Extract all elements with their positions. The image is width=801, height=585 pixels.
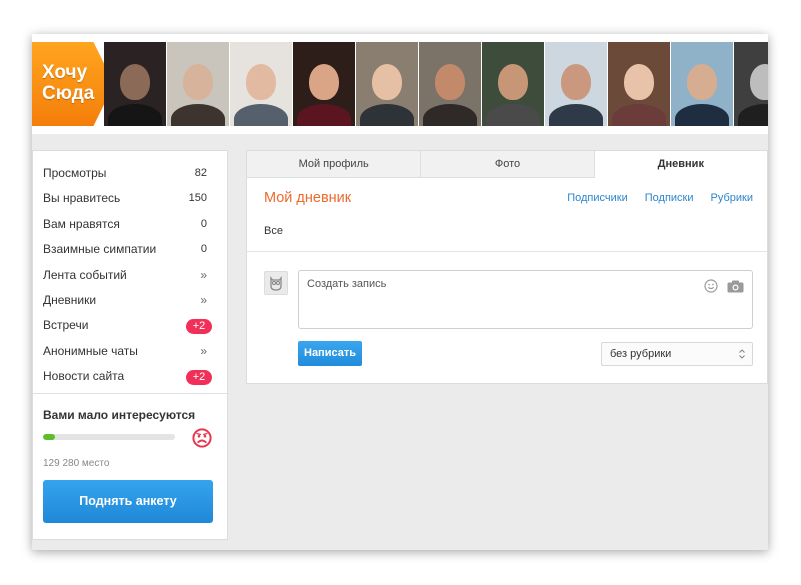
thumbnail-shoulders <box>423 104 477 126</box>
stat-row[interactable]: Новости сайта +2 <box>33 364 227 389</box>
diary-divider <box>247 251 767 252</box>
thumbnail-face <box>750 64 768 100</box>
profile-thumbnail[interactable] <box>356 42 418 126</box>
profile-thumbnail[interactable] <box>545 42 607 126</box>
thumbnail-face <box>498 64 528 100</box>
tab-diary[interactable]: Дневник <box>594 151 767 178</box>
thumbnail-shoulders <box>612 104 666 126</box>
profile-thumbnails <box>104 42 768 126</box>
stat-row[interactable]: Вы нравитесь 150 <box>33 186 227 211</box>
stat-label: Вам нравятся <box>43 216 120 231</box>
interest-progress-bar <box>43 434 175 440</box>
thumbnail-shoulders <box>486 104 540 126</box>
stat-row[interactable]: Встречи +2 <box>33 313 227 338</box>
profile-thumbnail[interactable] <box>419 42 481 126</box>
thumbnail-shoulders <box>360 104 414 126</box>
thumbnail-face <box>372 64 402 100</box>
profile-tabs: Мой профиль Фото Дневник <box>247 151 767 178</box>
profile-thumbnail[interactable] <box>482 42 544 126</box>
smiley-icon[interactable] <box>704 279 718 293</box>
profile-thumbnail[interactable] <box>230 42 292 126</box>
thumbnail-shoulders <box>171 104 225 126</box>
want-here-badge[interactable]: Хочу Сюда <box>32 42 114 126</box>
stats-divider <box>33 393 227 394</box>
thumbnail-shoulders <box>234 104 288 126</box>
subscribers-link[interactable]: Подписчики <box>567 192 628 204</box>
stats-list: Просмотры 82 Вы нравитесь 150 Вам нравятся 0 В… <box>33 151 227 390</box>
camera-icon[interactable] <box>727 280 744 293</box>
stat-label: Лента событий <box>43 267 127 282</box>
thumbnail-shoulders <box>549 104 603 126</box>
stat-row[interactable]: Анонимные чаты » <box>33 339 227 364</box>
stat-value: 0 <box>200 217 207 230</box>
updown-arrows-icon <box>739 349 745 359</box>
interest-title: Вами мало интересуются <box>43 408 196 422</box>
new-post-input[interactable]: Создать запись <box>298 270 753 329</box>
stat-label: Взаимные симпатии <box>43 242 157 257</box>
stat-row[interactable]: Дневники » <box>33 288 227 313</box>
raise-profile-button[interactable]: Поднять анкету <box>43 480 213 523</box>
stat-label: Вы нравитесь <box>43 191 121 206</box>
stat-label: Просмотры <box>43 166 107 180</box>
stat-label: Анонимные чаты <box>43 343 138 358</box>
thumbnail-face <box>624 64 654 100</box>
stat-badge: +2 <box>186 319 212 335</box>
subscriptions-link[interactable]: Подписки <box>645 192 694 204</box>
thumbnail-shoulders <box>738 104 768 126</box>
diary-title: Мой дневник <box>264 190 352 206</box>
rubrics-link[interactable]: Рубрики <box>711 192 753 204</box>
stat-value: 0 <box>200 243 207 256</box>
thumbnail-face <box>246 64 276 100</box>
thumbnail-face <box>561 64 591 100</box>
stat-row[interactable]: Просмотры 82 <box>33 161 227 186</box>
profile-thumbnail[interactable] <box>671 42 733 126</box>
photo-strip: Хочу Сюда <box>32 34 768 134</box>
stat-row[interactable]: Взаимные симпатии 0 <box>33 237 227 262</box>
stat-label: Новости сайта <box>43 369 125 384</box>
thumbnail-shoulders <box>297 104 351 126</box>
tab-photo[interactable]: Фото <box>421 151 595 178</box>
thumbnail-shoulders <box>108 104 162 126</box>
stat-value: » <box>200 343 207 358</box>
thumbnail-face <box>687 64 717 100</box>
thumbnail-face <box>183 64 213 100</box>
tab-my-profile[interactable]: Мой профиль <box>247 151 422 178</box>
sad-face-icon <box>192 428 212 448</box>
profile-thumbnail[interactable] <box>608 42 670 126</box>
stat-badge: +2 <box>186 370 212 386</box>
interest-progress-fill <box>43 434 55 440</box>
app-window: Хочу Сюда Просмотры 82 Вы нравитесь 150 Вам … <box>32 34 768 550</box>
filter-all[interactable]: Все <box>264 225 283 237</box>
profile-thumbnail[interactable] <box>734 42 768 126</box>
stat-value: 150 <box>188 192 207 205</box>
stat-label: Дневники <box>43 292 97 307</box>
diary-links: Подписчики Подписки Рубрики <box>567 192 753 204</box>
stat-value: 82 <box>194 167 207 179</box>
thumbnail-face <box>435 64 465 100</box>
stat-row[interactable]: Лента событий » <box>33 263 227 288</box>
rank-place: 129 280 место <box>43 458 110 469</box>
profile-thumbnail[interactable] <box>293 42 355 126</box>
thumbnail-face <box>309 64 339 100</box>
diary-panel: Мой профиль Фото Дневник Мой дневник Под… <box>246 150 768 384</box>
write-button[interactable]: Написать <box>298 341 362 366</box>
profile-thumbnail[interactable] <box>167 42 229 126</box>
profile-thumbnail[interactable] <box>104 42 166 126</box>
rubric-select[interactable]: без рубрики <box>601 342 753 366</box>
stat-row[interactable]: Вам нравятся 0 <box>33 212 227 237</box>
thumbnail-shoulders <box>675 104 729 126</box>
stat-label: Встречи <box>43 318 89 333</box>
new-post-placeholder: Создать запись <box>307 278 387 290</box>
stat-value: » <box>200 292 207 307</box>
stats-panel: Просмотры 82 Вы нравитесь 150 Вам нравятся 0 В… <box>32 150 228 540</box>
stat-value: » <box>200 267 207 282</box>
owl-avatar-icon <box>264 271 288 295</box>
thumbnail-face <box>120 64 150 100</box>
rubric-select-value: без рубрики <box>610 348 672 360</box>
